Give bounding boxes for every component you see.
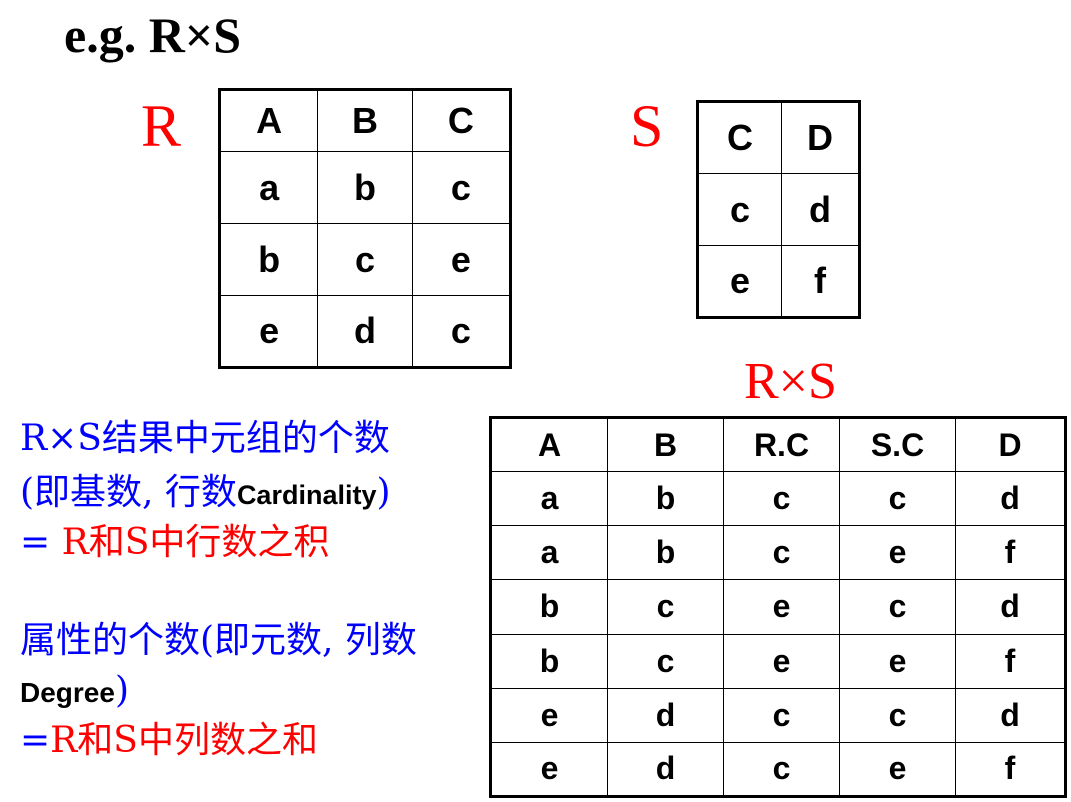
r-cell: b	[218, 223, 319, 296]
product-cell: b	[607, 471, 724, 527]
cardinality-note-line1: R×S结果中元组的个数	[20, 418, 390, 459]
s-cell: d	[781, 173, 860, 246]
degree-rule: R和S中列数之和	[50, 720, 318, 761]
product-cell: c	[839, 579, 956, 635]
table-row: e d c	[218, 295, 512, 368]
product-cell: d	[955, 579, 1066, 635]
table-row: b c e	[218, 223, 512, 296]
r-cell: e	[411, 223, 512, 296]
r-cell: d	[317, 295, 413, 368]
cardinality-note-prefix: (即基数, 行数	[20, 472, 237, 513]
cardinality-rule: R和S中行数之积	[61, 522, 330, 563]
s-header-cell: C	[697, 101, 782, 174]
s-cell: f	[781, 245, 860, 318]
product-cell: e	[839, 633, 956, 689]
product-header-cell: S.C	[839, 416, 956, 473]
r-cell: e	[218, 295, 319, 368]
relation-r-label: R	[141, 93, 182, 159]
product-cell: e	[839, 741, 956, 798]
product-cell: e	[839, 525, 956, 581]
product-cell: b	[607, 525, 724, 581]
product-cell: b	[490, 579, 608, 635]
page-title: e.g. R×S	[64, 7, 242, 63]
cardinality-equals: =	[20, 522, 62, 563]
table-row: a b c	[218, 151, 512, 224]
relation-s-label: S	[630, 93, 664, 159]
product-cell: e	[723, 579, 840, 635]
product-cell: d	[607, 687, 724, 743]
table-row: c d	[697, 173, 860, 246]
cardinality-note-line2: (即基数, 行数Cardinality)	[20, 466, 391, 522]
product-header-cell: D	[955, 416, 1066, 473]
r-cell: c	[411, 295, 512, 368]
s-cell: e	[697, 245, 782, 318]
r-cell: a	[218, 151, 319, 224]
table-row: e f	[697, 245, 860, 318]
product-cell: c	[839, 471, 956, 527]
degree-note-line1: 属性的个数(即元数, 列数	[20, 620, 417, 661]
relation-s-table: C D c d e f	[696, 100, 861, 319]
r-cell: c	[317, 223, 413, 296]
r-header-cell: B	[317, 89, 413, 152]
product-cell: c	[723, 687, 840, 743]
product-cell: e	[490, 687, 608, 743]
product-header-cell: A	[490, 416, 608, 473]
product-cell: c	[723, 471, 840, 527]
product-cell: d	[955, 471, 1066, 527]
degree-equals: =	[20, 720, 51, 761]
product-header-cell: R.C	[723, 416, 840, 473]
product-cell: a	[490, 471, 608, 527]
table-row: b c e e f	[490, 633, 1066, 689]
relation-r-table: A B C a b c b c e e d c	[218, 88, 512, 369]
product-header-cell: B	[607, 416, 724, 473]
r-header-cell: A	[218, 89, 319, 152]
r-cell: b	[317, 151, 413, 224]
product-cell: c	[723, 525, 840, 581]
product-cell: c	[607, 633, 724, 689]
s-cell: c	[697, 173, 782, 246]
table-row: b c e c d	[490, 579, 1066, 635]
table-row: a b c e f	[490, 525, 1066, 581]
table-row: e d c c d	[490, 687, 1066, 743]
r-cell: c	[411, 151, 512, 224]
product-cell: d	[607, 741, 724, 798]
cardinality-note-suffix: )	[376, 472, 391, 513]
product-label: R×S	[744, 353, 837, 410]
r-header-cell: C	[411, 89, 512, 152]
product-cell: a	[490, 525, 608, 581]
cardinality-term: Cardinality	[236, 480, 377, 510]
product-cell: e	[490, 741, 608, 798]
product-cell: e	[723, 633, 840, 689]
cardinality-note-line3: = R和S中行数之积	[20, 516, 329, 570]
degree-note-line3: =R和S中列数之和	[20, 714, 318, 768]
table-row: a b c c d	[490, 471, 1066, 527]
product-cell: c	[839, 687, 956, 743]
degree-note-suffix: )	[114, 670, 129, 711]
table-row: e d c e f	[490, 741, 1066, 798]
product-cell: b	[490, 633, 608, 689]
product-cell: f	[955, 633, 1066, 689]
product-table: A B R.C S.C D a b c c d a b c e f b c e …	[489, 416, 1067, 798]
product-cell: f	[955, 525, 1066, 581]
s-header-cell: D	[781, 101, 860, 174]
product-cell: c	[723, 741, 840, 798]
product-cell: c	[607, 579, 724, 635]
degree-term: Degree	[20, 677, 115, 708]
product-cell: f	[955, 741, 1066, 798]
product-cell: d	[955, 687, 1066, 743]
degree-note-line2: Degree)	[20, 664, 129, 720]
